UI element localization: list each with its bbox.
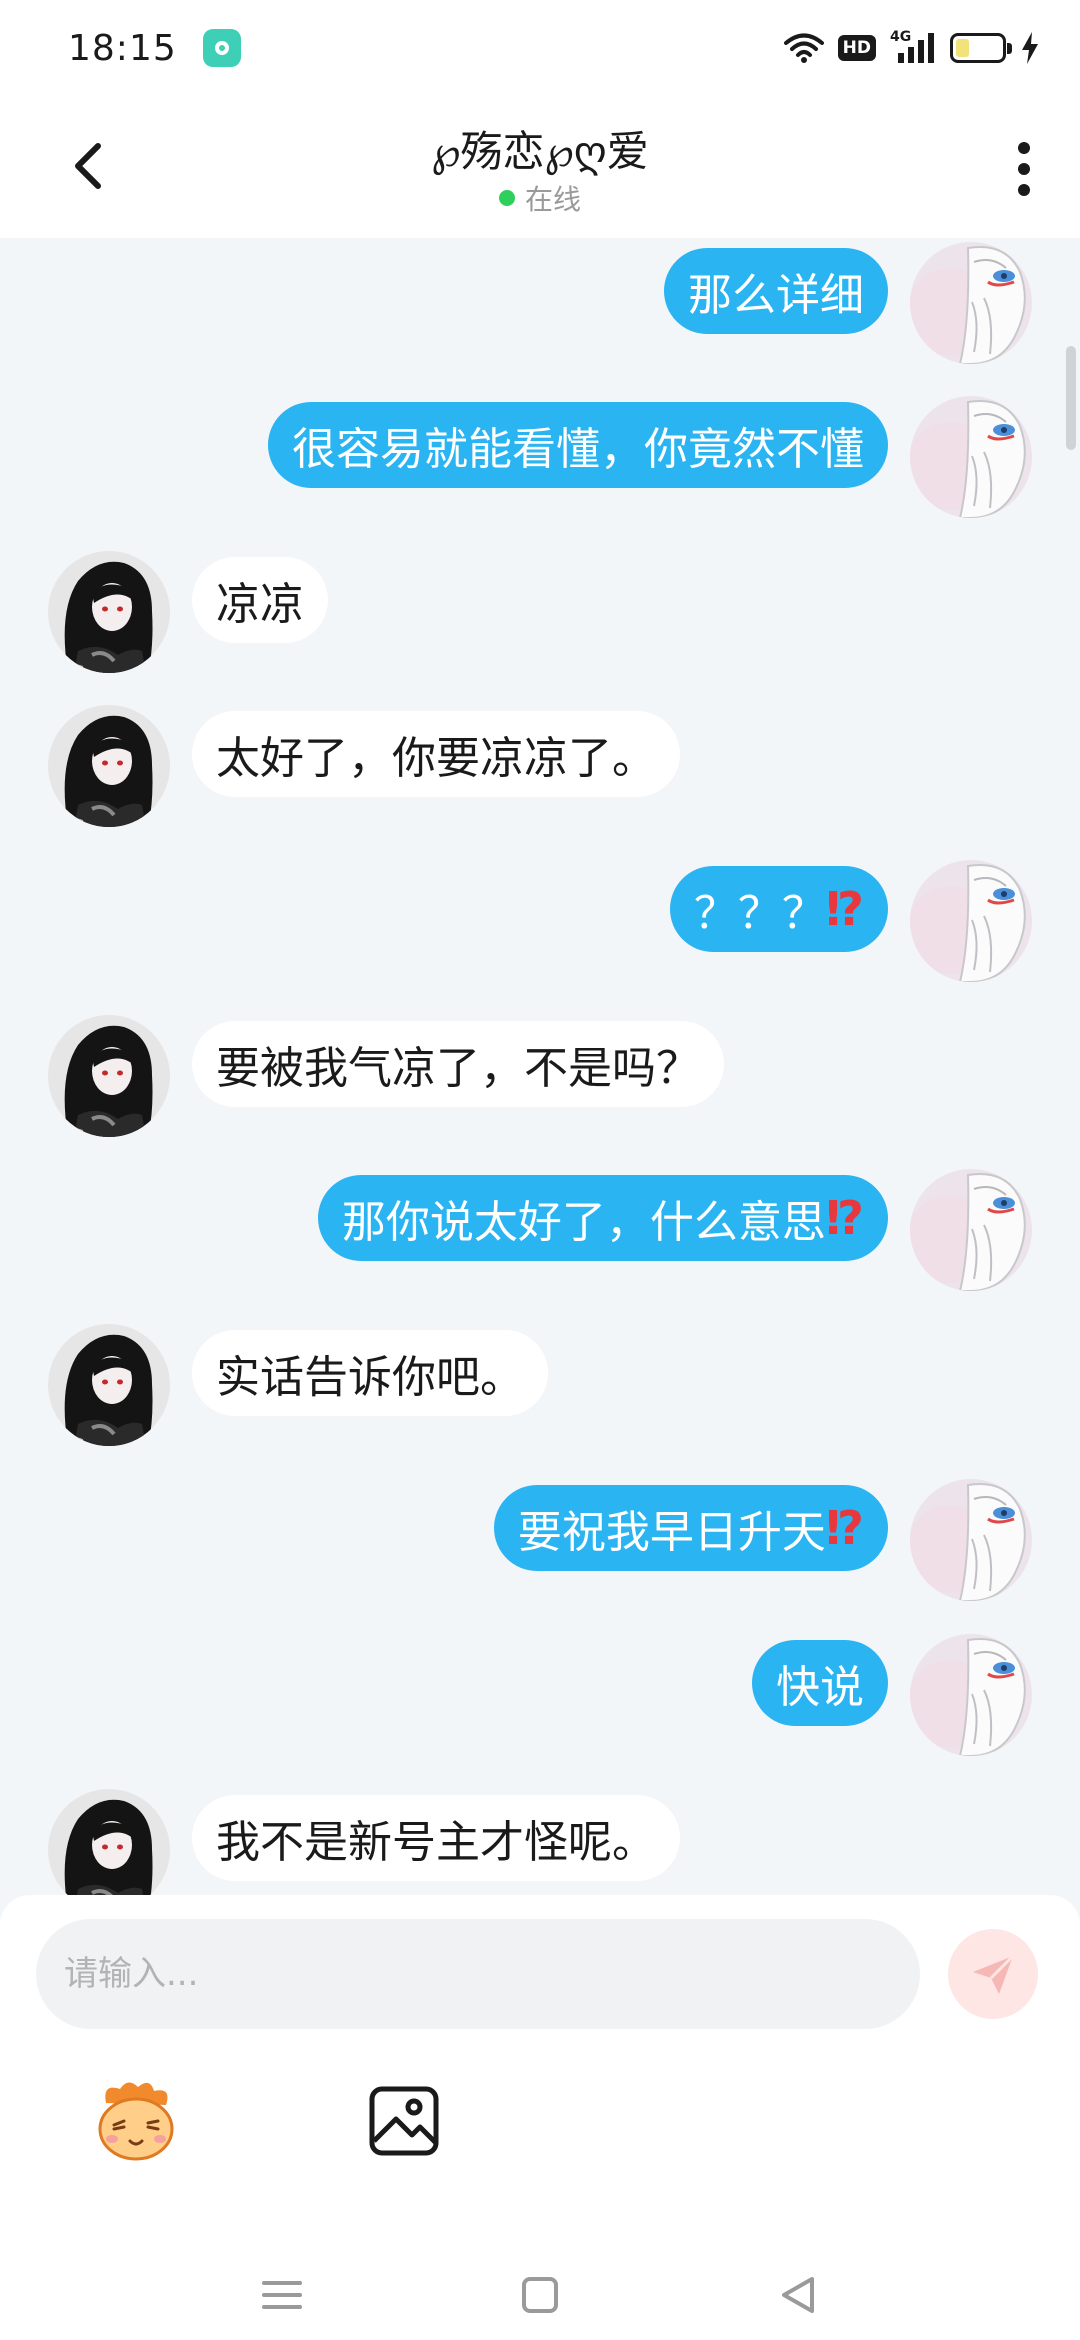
system-navigation-bar (0, 2245, 1080, 2340)
hd-badge: HD (837, 35, 876, 61)
online-status: 在线 (0, 178, 1080, 218)
message-row-sent: 那你说太好了，什么意思 ⁉ (0, 1169, 1080, 1297)
online-dot-icon (498, 190, 515, 206)
message-text: 我不是新号主才怪呢。 (216, 1817, 656, 1868)
sticker-icon (98, 2082, 174, 2161)
signal-indicator: 4G (890, 29, 936, 65)
message-row-received: 太好了，你要凉凉了。 (0, 705, 1080, 833)
message-row-sent: 那么详细 (0, 242, 1080, 370)
battery-level-fill (956, 39, 970, 57)
message-row-sent: 快说 (0, 1634, 1080, 1762)
app-notification-icon (202, 29, 241, 67)
message-row-received: 我不是新号主才怪呢。 (0, 1789, 1080, 1895)
message-list[interactable]: 那么详细 很容易就能看懂，你竟然不懂 凉凉 太好了，你要凉凉了。 ？？？ ⁉ 要… (0, 238, 1080, 1895)
charging-bolt-icon (1022, 32, 1038, 64)
paper-plane-icon (973, 1954, 1015, 1994)
message-bubble[interactable]: 实话告诉你吧。 (192, 1330, 548, 1416)
more-vertical-icon (1018, 142, 1030, 154)
message-row-received: 要被我气凉了，不是吗？ (0, 1015, 1080, 1143)
online-status-label: 在线 (524, 183, 581, 216)
message-bubble[interactable]: 太好了，你要凉凉了。 (192, 711, 680, 797)
message-text: 快说 (776, 1662, 864, 1713)
message-text: 实话告诉你吧。 (216, 1352, 524, 1403)
message-row-received: 凉凉 (0, 551, 1080, 679)
composer-panel (0, 1895, 1080, 2340)
contact-avatar[interactable] (48, 1015, 170, 1137)
message-bubble[interactable]: 快说 (752, 1640, 888, 1726)
exclamation-question-emoji: ⁉ (825, 1191, 864, 1245)
my-avatar[interactable] (910, 396, 1032, 518)
send-button[interactable] (948, 1929, 1038, 2019)
message-row-received: 实话告诉你吧。 (0, 1324, 1080, 1452)
nav-back-button[interactable] (768, 2265, 828, 2325)
message-bubble[interactable]: 那么详细 (664, 248, 888, 334)
message-text: 很容易就能看懂，你竟然不懂 (292, 424, 864, 475)
nav-home-button[interactable] (510, 2265, 570, 2325)
home-square-icon (522, 2277, 558, 2313)
contact-avatar[interactable] (48, 705, 170, 827)
back-triangle-icon (782, 2277, 814, 2313)
my-avatar[interactable] (910, 860, 1032, 982)
exclamation-question-emoji: ⁉ (825, 1501, 864, 1555)
my-avatar[interactable] (910, 242, 1032, 364)
message-text: 太好了，你要凉凉了。 (216, 733, 656, 784)
contact-avatar[interactable] (48, 551, 170, 673)
chat-header: ℘殇恋℘ღ爱 在线 (0, 96, 1080, 238)
more-options-button[interactable] (1014, 142, 1034, 196)
network-type-label: 4G (890, 29, 912, 45)
message-bubble[interactable]: 很容易就能看懂，你竟然不懂 (268, 402, 888, 488)
message-bubble[interactable]: 我不是新号主才怪呢。 (192, 1795, 680, 1881)
my-avatar[interactable] (910, 1479, 1032, 1601)
message-bubble[interactable]: ？？？ ⁉ (669, 866, 888, 952)
status-bar: 18:15 HD 4G (0, 0, 1080, 96)
battery-icon (950, 33, 1012, 63)
wifi-icon (783, 33, 824, 63)
nav-menu-button[interactable] (252, 2265, 312, 2325)
contact-name: ℘殇恋℘ღ爱 (431, 127, 649, 176)
message-row-sent: 很容易就能看懂，你竟然不懂 (0, 396, 1080, 524)
message-row-sent: ？？？ ⁉ (0, 860, 1080, 988)
contact-avatar[interactable] (48, 1789, 170, 1895)
status-time: 18:15 (68, 27, 177, 69)
my-avatar[interactable] (910, 1169, 1032, 1291)
message-text: 要被我气凉了，不是吗？ (216, 1043, 700, 1094)
message-text: ？？？ (693, 888, 826, 939)
exclamation-question-emoji: ⁉ (825, 882, 864, 936)
message-bubble[interactable]: 要被我气凉了，不是吗？ (192, 1021, 724, 1107)
sticker-button[interactable] (88, 2073, 184, 2169)
image-icon (369, 2086, 439, 2156)
message-text: 那你说太好了，什么意思 (341, 1197, 826, 1248)
message-bubble[interactable]: 要祝我早日升天 ⁉ (493, 1485, 888, 1571)
message-text: 那么详细 (688, 270, 864, 321)
message-input[interactable] (36, 1919, 920, 2029)
message-text: 凉凉 (216, 579, 304, 630)
message-text: 要祝我早日升天 (517, 1507, 826, 1558)
message-row-sent: 要祝我早日升天 ⁉ (0, 1479, 1080, 1607)
contact-avatar[interactable] (48, 1324, 170, 1446)
status-indicators: HD 4G (783, 29, 1040, 65)
message-bubble[interactable]: 那你说太好了，什么意思 ⁉ (317, 1175, 888, 1261)
my-avatar[interactable] (910, 1634, 1032, 1756)
menu-icon (262, 2281, 302, 2309)
message-bubble[interactable]: 凉凉 (192, 557, 328, 643)
image-button[interactable] (356, 2073, 452, 2169)
